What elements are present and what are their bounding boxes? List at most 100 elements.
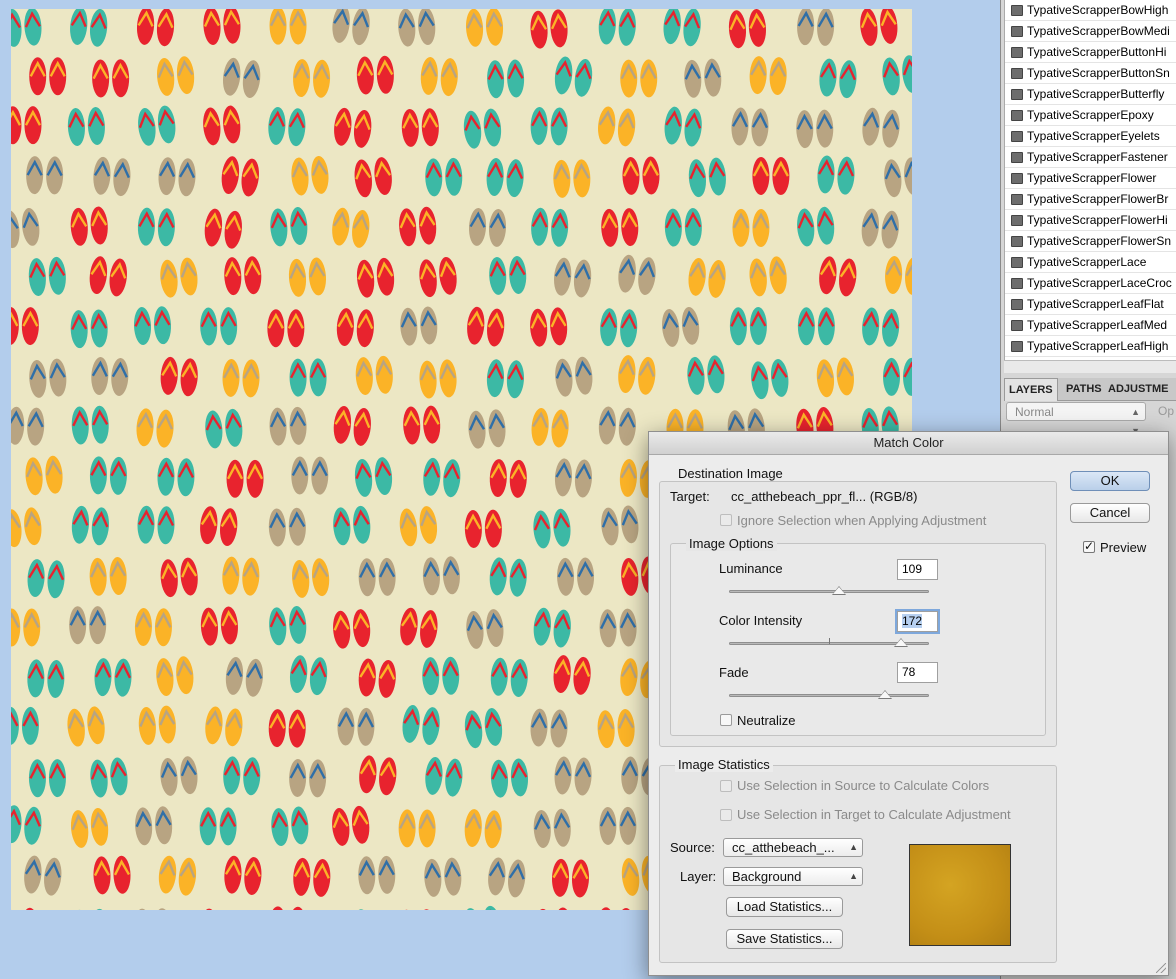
flip-flop-pair — [729, 307, 767, 346]
fade-slider-thumb[interactable] — [878, 690, 892, 699]
layer-folder-icon — [1011, 215, 1023, 226]
flip-flop-pair — [70, 206, 108, 246]
layer-row[interactable]: TypativeScrapperBowMedi — [1005, 21, 1176, 42]
flip-flop-pair — [269, 406, 307, 446]
flip-flop-pair — [70, 309, 108, 349]
layer-row-label: TypativeScrapperLeafMed — [1027, 318, 1168, 332]
flip-flop-pair — [687, 355, 725, 395]
layer-row[interactable]: TypativeScrapperFlowerBr — [1005, 189, 1176, 210]
luminance-field[interactable]: 109 — [897, 559, 938, 580]
tab-layers[interactable]: LAYERS — [1004, 378, 1058, 401]
layer-folder-icon — [1011, 26, 1023, 37]
flip-flop-pair — [533, 808, 571, 848]
flip-flop-pair — [464, 509, 502, 549]
layer-row[interactable]: TypativeScrapperLace — [1005, 252, 1176, 273]
flip-flop-pair — [663, 9, 701, 47]
layer-list-scrollbar[interactable] — [1004, 360, 1176, 373]
layer-row[interactable]: TypativeScrapperButtonHi — [1005, 42, 1176, 63]
layer-list[interactable]: TypativeScrapperBowHigh TypativeScrapperB… — [1004, 0, 1176, 360]
flip-flop-pair — [751, 359, 789, 400]
tab-adjustments[interactable]: ADJUSTME — [1104, 378, 1173, 400]
flip-flop-pair — [355, 355, 393, 396]
use-source-selection-checkbox[interactable] — [720, 780, 732, 792]
flip-flop-pair — [684, 58, 722, 98]
resize-grip-icon[interactable] — [1156, 963, 1166, 973]
flip-flop-pair — [136, 408, 174, 448]
flip-flop-pair — [486, 359, 524, 399]
flip-flop-pair — [138, 105, 176, 146]
flip-flop-pair — [67, 706, 105, 747]
flip-flop-pair — [289, 655, 328, 696]
use-target-selection-checkbox[interactable] — [720, 809, 732, 821]
layer-row[interactable]: TypativeScrapperEpoxy — [1005, 105, 1176, 126]
flip-flop-pair — [92, 59, 130, 98]
flip-flop-pair — [419, 256, 457, 298]
flip-flop-pair — [268, 507, 306, 547]
flip-flop-pair — [67, 106, 105, 146]
flip-flop-pair — [554, 257, 592, 298]
color-intensity-field[interactable]: 172 — [897, 611, 938, 632]
flip-flop-pair — [551, 858, 590, 898]
flip-flop-pair — [160, 756, 198, 796]
layer-folder-icon — [1011, 299, 1023, 310]
flip-flop-pair — [354, 457, 393, 497]
luminance-slider-track[interactable] — [729, 590, 929, 593]
layer-row[interactable]: TypativeScrapperFlowerSn — [1005, 231, 1176, 252]
save-statistics-button[interactable]: Save Statistics... — [726, 929, 843, 949]
flip-flop-pair — [11, 207, 40, 249]
layer-row[interactable]: TypativeScrapperLeafFlat — [1005, 294, 1176, 315]
flip-flop-pair — [203, 9, 241, 45]
layer-row-label: TypativeScrapperBowMedi — [1027, 24, 1170, 38]
flip-flop-pair — [490, 758, 529, 798]
blend-mode-select[interactable]: Normal ▲▼ — [1006, 402, 1146, 436]
match-color-dialog: Match Color Destination Image Target: cc… — [648, 431, 1169, 976]
flip-flop-pair — [817, 155, 855, 195]
layer-row[interactable]: TypativeScrapperFlower — [1005, 168, 1176, 189]
flip-flop-pair — [403, 405, 441, 445]
color-intensity-slider-thumb[interactable] — [894, 638, 908, 647]
flip-flop-pair — [597, 709, 635, 749]
flip-flop-pair — [531, 207, 569, 247]
tab-paths[interactable]: PATHS — [1062, 378, 1106, 400]
layer-row[interactable]: TypativeScrapperButterfly — [1005, 84, 1176, 105]
flip-flop-pair — [93, 855, 131, 895]
dialog-title[interactable]: Match Color — [649, 432, 1168, 455]
flip-flop-pair — [11, 507, 42, 548]
flip-flop-pair — [425, 756, 463, 797]
flip-flop-pair — [425, 157, 463, 197]
image-options-label: Image Options — [686, 536, 777, 551]
layer-folder-icon — [1011, 5, 1023, 16]
luminance-slider-thumb[interactable] — [832, 586, 846, 595]
fade-field[interactable]: 78 — [897, 662, 938, 683]
layer-select[interactable]: Background ▲▼ — [723, 867, 863, 886]
preview-checkbox[interactable] — [1083, 539, 1095, 553]
layer-row[interactable]: TypativeScrapperFlowerHi — [1005, 210, 1176, 231]
ignore-selection-checkbox[interactable] — [720, 514, 732, 526]
flip-flop-pair — [398, 909, 436, 910]
flip-flop-pair — [91, 357, 129, 396]
flip-flop-pair — [288, 257, 327, 297]
layer-row[interactable]: TypativeScrapperLeafHigh — [1005, 336, 1176, 357]
layer-row[interactable]: TypativeScrapperButtonSn — [1005, 63, 1176, 84]
flip-flop-pair — [69, 606, 107, 645]
load-statistics-button[interactable]: Load Statistics... — [726, 897, 843, 917]
layer-row[interactable]: TypativeScrapperLaceCroc — [1005, 273, 1176, 294]
source-select[interactable]: cc_atthebeach_... ▲▼ — [723, 838, 863, 857]
flip-flop-pair — [402, 705, 440, 745]
layer-row[interactable]: TypativeScrapperLeafMed — [1005, 315, 1176, 336]
flip-flop-pair — [601, 208, 639, 247]
cancel-button[interactable]: Cancel — [1070, 503, 1150, 523]
flip-flop-pair — [89, 256, 127, 297]
layer-row[interactable]: TypativeScrapperEyelets — [1005, 126, 1176, 147]
layer-row[interactable]: TypativeScrapperFastener — [1005, 147, 1176, 168]
ok-button[interactable]: OK — [1070, 471, 1150, 491]
flip-flop-pair — [468, 409, 506, 449]
flip-flop-pair — [489, 459, 527, 498]
layer-row[interactable]: TypativeScrapperBowHigh — [1005, 0, 1176, 21]
flip-flop-pair — [221, 156, 259, 197]
flip-flop-pair — [93, 156, 131, 197]
flip-flop-pair — [600, 308, 638, 348]
fade-slider-track[interactable] — [729, 694, 929, 697]
flip-flop-pair — [158, 157, 196, 197]
neutralize-checkbox[interactable] — [720, 714, 732, 726]
